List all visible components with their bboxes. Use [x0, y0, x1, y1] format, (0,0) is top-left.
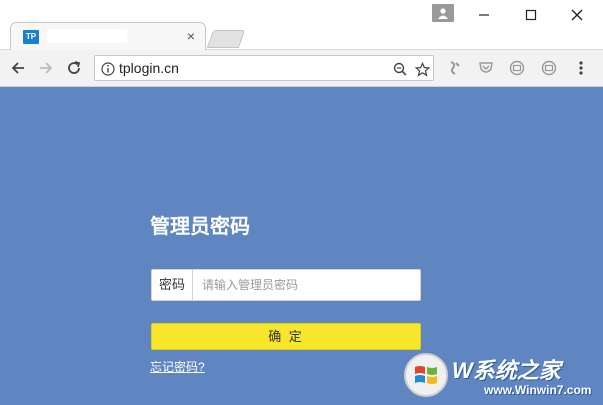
- password-label: 密码: [152, 270, 193, 300]
- forgot-password-link[interactable]: 忘记密码?: [150, 358, 205, 375]
- watermark-url: www.Winwin7.com: [484, 383, 592, 397]
- extension-4-icon[interactable]: [540, 59, 558, 77]
- title-bar: TP ×: [0, 0, 603, 50]
- tab-close-icon[interactable]: ×: [187, 28, 195, 44]
- address-bar[interactable]: tplogin.cn: [94, 55, 434, 81]
- confirm-button[interactable]: 确 定: [151, 323, 421, 350]
- extension-2-icon[interactable]: [477, 59, 495, 77]
- tp-favicon-icon: TP: [23, 30, 39, 44]
- page-title: 管理员密码: [150, 216, 250, 238]
- password-input[interactable]: [194, 270, 420, 300]
- maximize-icon[interactable]: [511, 4, 551, 26]
- extension-3-icon[interactable]: [508, 59, 526, 77]
- profile-icon[interactable]: [432, 4, 454, 22]
- forward-arrow-icon[interactable]: [36, 58, 56, 78]
- info-icon[interactable]: [99, 60, 117, 78]
- url-text[interactable]: tplogin.cn: [119, 60, 179, 76]
- new-tab-button[interactable]: [206, 30, 246, 48]
- menu-dots-icon[interactable]: [572, 59, 590, 77]
- close-icon[interactable]: [557, 4, 597, 26]
- zoom-icon[interactable]: [391, 60, 409, 78]
- reload-icon[interactable]: [64, 58, 84, 78]
- tab-title: [47, 29, 127, 43]
- watermark-brand: W系统之家: [452, 358, 561, 383]
- back-arrow-icon[interactable]: [8, 58, 28, 78]
- browser-tab[interactable]: TP ×: [10, 22, 206, 50]
- bookmark-star-icon[interactable]: [413, 60, 431, 78]
- windows-logo-icon: [404, 353, 448, 397]
- extension-1-icon[interactable]: [445, 59, 463, 77]
- minimize-icon[interactable]: [464, 4, 504, 26]
- browser-toolbar: tplogin.cn: [0, 50, 603, 87]
- password-field-group: 密码: [151, 269, 421, 301]
- watermark: W系统之家 www.Winwin7.com: [400, 347, 600, 403]
